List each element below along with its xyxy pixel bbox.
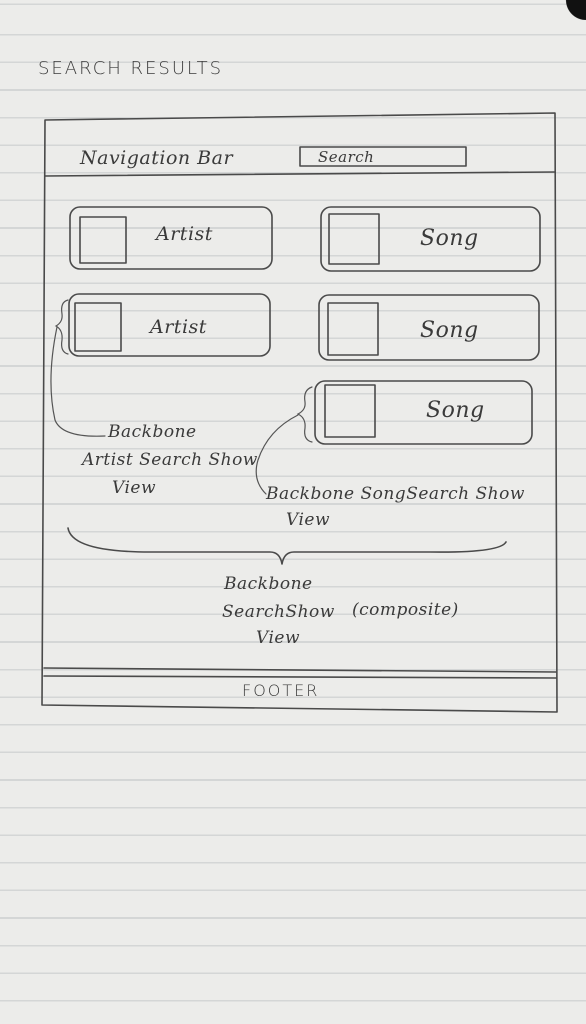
- search-field-label[interactable]: Search: [318, 148, 374, 166]
- page-title: Search Results: [38, 58, 223, 79]
- song-view-line-2: View: [286, 510, 331, 530]
- artist-card-1-thumbnail: [79, 216, 127, 264]
- footer-divider-top: [43, 667, 557, 673]
- artist-card-2-thumbnail: [74, 302, 122, 352]
- artist-view-line-2: Artist Search Show: [82, 450, 258, 470]
- composite-brace: [67, 527, 507, 565]
- song-card-3-thumbnail: [324, 384, 376, 438]
- artist-leader-line: [50, 326, 106, 437]
- navbar-label: Navigation Bar: [80, 147, 234, 169]
- composite-view-line-2: SearchShow: [222, 602, 335, 622]
- artist-card-2-label[interactable]: Artist: [150, 316, 207, 338]
- song-card-1-thumbnail: [328, 213, 380, 265]
- artist-card-1-label[interactable]: Artist: [156, 223, 213, 245]
- composite-view-line-1: Backbone: [224, 574, 313, 594]
- footer-label: Footer: [242, 681, 320, 700]
- composite-view-line-3: View: [256, 628, 301, 648]
- song-brace: [296, 386, 313, 443]
- song-card-3-label[interactable]: Song: [426, 398, 485, 423]
- song-card-1-label[interactable]: Song: [420, 226, 479, 251]
- song-card-2-thumbnail: [327, 302, 379, 356]
- song-card-3-outline: [314, 380, 533, 445]
- navbar-divider: [44, 171, 556, 177]
- artist-view-line-3: View: [112, 478, 157, 498]
- song-card-2-label[interactable]: Song: [420, 318, 479, 343]
- artist-brace: [54, 299, 69, 355]
- song-view-line-1: Backbone SongSearch Show: [266, 484, 525, 504]
- artist-view-line-1: Backbone: [108, 422, 197, 442]
- song-leader-line: [255, 414, 299, 495]
- composite-note: (composite): [352, 600, 459, 620]
- footer-divider-bottom: [43, 675, 557, 679]
